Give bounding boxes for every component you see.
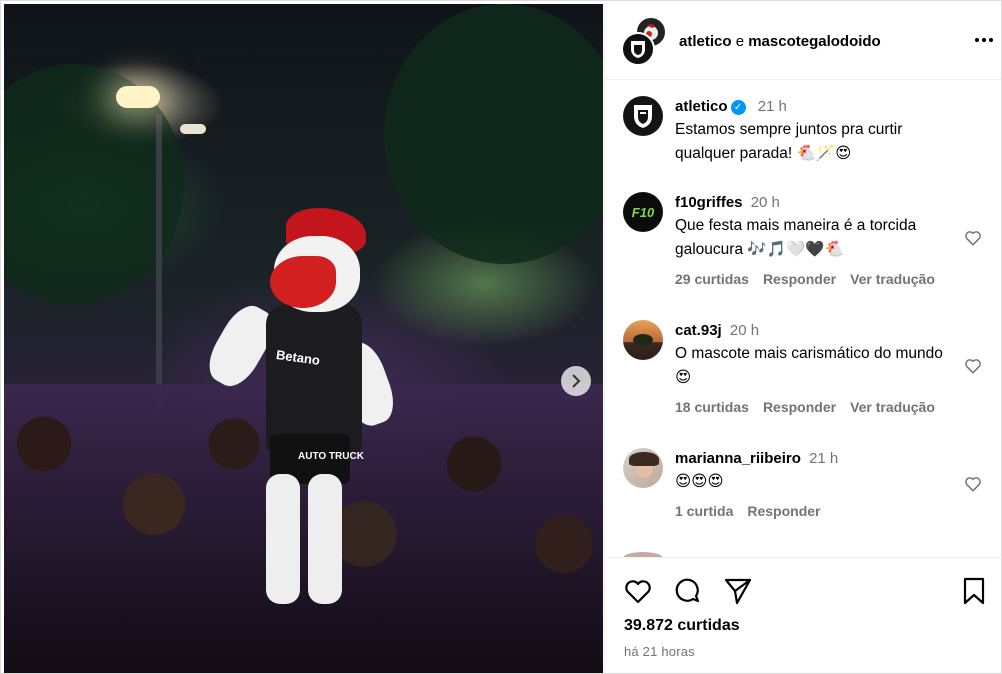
post-dialog: Betano AUTO TRUCK atletico e mascotegalo…: [0, 0, 1002, 674]
comment-likes[interactable]: 1 curtida: [675, 503, 733, 519]
comment-body: marianna_riibeiro 21 h 😍😍😍 1 curtida Res…: [675, 448, 955, 519]
post-authors: atletico e mascotegalodoido: [679, 33, 881, 50]
heart-icon[interactable]: [963, 228, 983, 248]
street-lamp-light: [116, 86, 160, 108]
comment-username[interactable]: cat.93j: [675, 322, 722, 339]
likes-count[interactable]: 39.872 curtidas: [624, 617, 740, 635]
avatar[interactable]: [623, 320, 663, 360]
comment-header: atletico ✓ 21 h: [675, 96, 955, 118]
author-link[interactable]: mascotegalodoido: [748, 33, 881, 50]
avatar-logo-text: F10: [631, 204, 655, 220]
share-icon[interactable]: [723, 576, 753, 606]
comments-list[interactable]: atletico ✓ 21 h Estamos sempre juntos pra…: [605, 80, 1002, 557]
avatar[interactable]: F10: [623, 192, 663, 232]
comment-text: 😍😍😍: [675, 473, 724, 490]
mascot-leg-right: [308, 474, 342, 604]
comment-likes[interactable]: 29 curtidas: [675, 271, 749, 287]
comment-username[interactable]: atletico: [675, 98, 728, 115]
post-time[interactable]: há 21 horas: [624, 644, 695, 659]
avatar[interactable]: [623, 96, 663, 136]
shorts-text: AUTO TRUCK: [298, 451, 364, 462]
comment-actions: 18 curtidas Responder Ver tradução: [675, 399, 955, 415]
post-photo[interactable]: Betano AUTO TRUCK: [4, 4, 603, 673]
more-icon-dot: [989, 38, 993, 42]
comment-text: O mascote mais carismático do mundo 😍: [675, 345, 943, 386]
caption-text: Estamos sempre juntos pra curtir qualque…: [675, 121, 903, 162]
comment-header: cat.93j 20 h: [675, 320, 955, 342]
club-crest-icon: [631, 40, 645, 58]
action-bar: [623, 576, 989, 606]
verified-badge-icon: ✓: [730, 99, 746, 115]
comment-item: F10 f10griffes 20 h Que festa mais manei…: [623, 192, 983, 292]
street-lamp-light: [180, 124, 206, 134]
post-sidebar: atletico e mascotegalodoido atletico ✓ 21…: [604, 4, 1002, 673]
post-actions: 39.872 curtidas há 21 horas: [605, 557, 1002, 673]
reply-button[interactable]: Responder: [747, 503, 820, 519]
heart-icon[interactable]: [623, 576, 653, 606]
comment-actions: 29 curtidas Responder Ver tradução: [675, 271, 955, 287]
avatar-atletico[interactable]: [621, 31, 655, 66]
translate-button[interactable]: Ver tradução: [850, 271, 935, 287]
comment-item: cat.93j 20 h O mascote mais carismático …: [623, 320, 983, 420]
comment-likes[interactable]: 18 curtidas: [675, 399, 749, 415]
mascot-jersey: [266, 304, 362, 454]
post-header: atletico e mascotegalodoido: [605, 4, 1001, 80]
collab-avatars[interactable]: [621, 15, 669, 66]
comment-time[interactable]: 21 h: [809, 450, 838, 467]
comment-username[interactable]: f10griffes: [675, 194, 743, 211]
tree-shape: [384, 4, 603, 264]
author-link[interactable]: atletico: [679, 33, 732, 50]
reply-button[interactable]: Responder: [763, 399, 836, 415]
comment-header: f10griffes 20 h: [675, 192, 955, 214]
more-options-button[interactable]: [973, 30, 995, 50]
comment-icon[interactable]: [673, 576, 703, 606]
mascot-leg-left: [266, 474, 300, 604]
comment-time[interactable]: 20 h: [730, 322, 759, 339]
more-icon: [975, 38, 979, 42]
comment-actions: 1 curtida Responder: [675, 503, 955, 519]
comment-body: atletico ✓ 21 h Estamos sempre juntos pra…: [675, 96, 955, 166]
comment-body: cat.93j 20 h O mascote mais carismático …: [675, 320, 955, 415]
reply-button[interactable]: Responder: [763, 271, 836, 287]
comment-header: marianna_riibeiro 21 h: [675, 448, 955, 470]
comment-time[interactable]: 21 h: [758, 98, 787, 115]
heart-icon[interactable]: [963, 356, 983, 376]
comment-time[interactable]: 20 h: [751, 194, 780, 211]
avatar-tree-shape: [633, 334, 653, 346]
street-lamp: [156, 114, 162, 414]
comment-text: Que festa mais maneira é a torcida galou…: [675, 217, 917, 258]
mascot-beak: [270, 256, 336, 308]
carousel-next-button[interactable]: [561, 366, 591, 396]
comment-username[interactable]: marianna_riibeiro: [675, 450, 801, 467]
heart-icon[interactable]: [963, 474, 983, 494]
comment-item: marianna_riibeiro 21 h 😍😍😍 1 curtida Res…: [623, 448, 983, 538]
avatar-hair-shape: [629, 452, 659, 466]
translate-button[interactable]: Ver tradução: [850, 399, 935, 415]
more-icon-dot: [982, 38, 986, 42]
club-crest-icon: [634, 105, 652, 128]
bookmark-icon[interactable]: [959, 576, 989, 606]
chevron-right-icon: [572, 374, 581, 388]
comment-body: f10griffes 20 h Que festa mais maneira é…: [675, 192, 955, 287]
avatar[interactable]: [623, 448, 663, 488]
conjunction: e: [735, 33, 745, 50]
